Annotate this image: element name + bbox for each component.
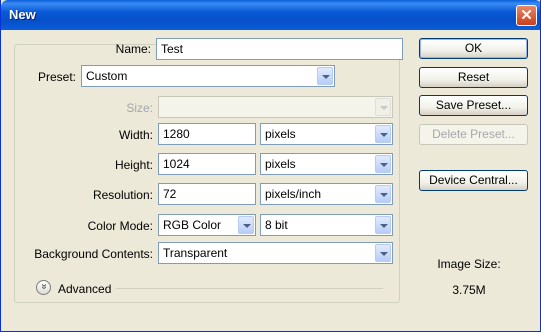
color-mode-select[interactable]: RGB Color (158, 214, 256, 236)
preset-label: Preset: (18, 70, 78, 84)
background-contents-value: Transparent (163, 246, 228, 260)
ok-button[interactable]: OK (419, 38, 528, 59)
background-contents-select[interactable]: Transparent (158, 242, 393, 264)
image-size-value: 3.75M (452, 283, 486, 297)
title-bar[interactable]: New ✕ (1, 0, 540, 30)
resolution-unit-select[interactable]: pixels/inch (260, 183, 393, 205)
chevron-down-icon (375, 185, 391, 203)
width-unit-value: pixels (265, 127, 296, 141)
close-icon: ✕ (520, 7, 533, 24)
preset-value: Custom (86, 69, 128, 83)
image-size-label: Image Size: (437, 257, 501, 271)
size-select[interactable] (158, 96, 393, 118)
chevron-down-icon (375, 155, 391, 173)
save-preset-button[interactable]: Save Preset... (419, 95, 528, 116)
resolution-input[interactable]: 72 (158, 183, 256, 205)
height-input[interactable]: 1024 (158, 153, 256, 175)
bit-depth-select[interactable]: 8 bit (260, 214, 393, 236)
chevron-down-icon (375, 244, 391, 262)
preset-select[interactable]: Custom (81, 65, 335, 87)
reset-button[interactable]: Reset (419, 67, 528, 88)
width-unit-select[interactable]: pixels (260, 123, 393, 145)
advanced-toggle-glyph: » (38, 283, 49, 290)
chevron-down-icon (317, 67, 333, 85)
chevron-down-icon (238, 216, 254, 234)
close-button[interactable]: ✕ (516, 5, 537, 26)
width-input[interactable]: 1280 (158, 123, 256, 145)
bit-depth-value: 8 bit (265, 218, 288, 232)
color-mode-value: RGB Color (163, 218, 222, 232)
device-central-button[interactable]: Device Central... (419, 170, 528, 191)
dialog-title: New (9, 7, 36, 22)
chevron-down-icon (375, 216, 391, 234)
new-document-dialog: New ✕ Name: Test Preset: Custom Size: Wi… (0, 0, 541, 332)
chevron-down-icon (375, 98, 391, 116)
name-label: Name: (115, 42, 151, 56)
width-label: Width: (118, 128, 153, 142)
height-label: Height: (114, 158, 153, 172)
delete-preset-button[interactable]: Delete Preset... (419, 124, 528, 145)
height-unit-value: pixels (265, 157, 296, 171)
resolution-unit-value: pixels/inch (265, 187, 322, 201)
color-mode-label: Color Mode: (87, 219, 153, 233)
chevron-double-down-icon[interactable]: » (36, 280, 51, 295)
size-label: Size: (126, 101, 153, 115)
advanced-divider (116, 288, 383, 289)
resolution-label: Resolution: (92, 188, 153, 202)
advanced-label[interactable]: Advanced (58, 282, 111, 296)
name-input[interactable]: Test (156, 38, 403, 60)
chevron-down-icon (375, 125, 391, 143)
background-contents-label: Background Contents: (34, 247, 153, 261)
height-unit-select[interactable]: pixels (260, 153, 393, 175)
